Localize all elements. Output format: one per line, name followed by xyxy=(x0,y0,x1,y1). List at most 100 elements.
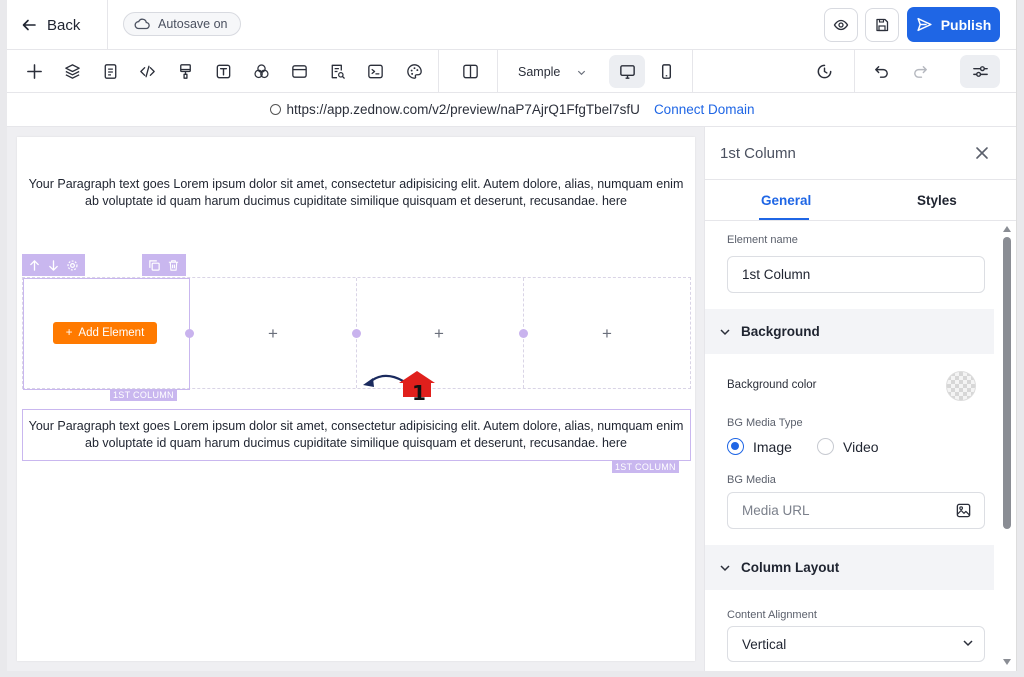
media-picker-button[interactable] xyxy=(943,492,985,529)
pages-tool[interactable] xyxy=(99,60,121,82)
paragraph-1[interactable]: Your Paragraph text goes Lorem ipsum dol… xyxy=(25,176,687,210)
chevron-down-icon xyxy=(578,70,586,75)
layout-toggle-tool[interactable] xyxy=(459,60,481,82)
scroll-down-arrow[interactable] xyxy=(1003,659,1011,665)
floppy-disk-icon xyxy=(876,18,889,32)
add-element-button[interactable]: + Add Element xyxy=(53,322,157,344)
globe-icon xyxy=(269,104,281,115)
content-alignment-select[interactable]: Vertical xyxy=(727,626,985,662)
chevron-down-icon xyxy=(963,640,973,647)
divider xyxy=(107,0,108,50)
scrollbar-thumb[interactable] xyxy=(1003,237,1011,529)
layers-icon xyxy=(64,63,80,79)
element-name-input[interactable]: 1st Column xyxy=(727,256,985,293)
radio-video-control[interactable] xyxy=(817,438,834,455)
trash-icon[interactable] xyxy=(167,259,180,272)
tab-general[interactable]: General xyxy=(761,193,811,208)
redo-button[interactable] xyxy=(909,60,931,82)
panel-toggle-button[interactable] xyxy=(960,55,1000,88)
duplicate-icon[interactable] xyxy=(148,259,161,272)
autosave-label: Autosave on xyxy=(158,17,228,31)
cloud-icon xyxy=(134,18,150,30)
seo-tool[interactable] xyxy=(326,60,348,82)
publish-label: Publish xyxy=(940,16,992,33)
terminal-tool[interactable] xyxy=(364,60,386,82)
content-alignment-label: Content Alignment xyxy=(727,609,817,621)
background-section-title: Background xyxy=(741,324,820,339)
close-icon[interactable] xyxy=(973,144,991,162)
scroll-up-arrow[interactable] xyxy=(1003,226,1011,232)
sliders-icon xyxy=(972,66,988,77)
layers-tool[interactable] xyxy=(61,60,83,82)
color-tool[interactable] xyxy=(250,60,272,82)
bg-media-label: BG Media xyxy=(727,474,776,486)
arrow-down-icon[interactable] xyxy=(47,259,60,272)
column-action-toolbar xyxy=(142,254,186,276)
arrow-up-icon[interactable] xyxy=(28,259,41,272)
save-button[interactable] xyxy=(865,8,899,42)
send-icon xyxy=(917,17,932,32)
code-icon xyxy=(139,65,155,77)
add-to-column-4-button[interactable]: + xyxy=(597,324,617,344)
column-label-tag: 1ST COLUMN xyxy=(110,389,177,401)
column-resize-handle[interactable] xyxy=(185,329,194,338)
sample-label: Sample xyxy=(518,65,561,79)
redo-icon xyxy=(913,65,927,78)
preview-url-bar: https://app.zednow.com/v2/preview/naP7Aj… xyxy=(7,93,1016,127)
annotation-number: 1 xyxy=(412,381,426,405)
paragraph-2[interactable]: Your Paragraph text goes Lorem ipsum dol… xyxy=(25,418,687,452)
panel-tabs: General Styles xyxy=(705,180,1016,221)
color-circles-icon xyxy=(253,63,269,78)
paint-brush-icon xyxy=(179,63,191,79)
divider xyxy=(692,50,693,93)
panel-header: 1st Column xyxy=(705,127,1016,180)
preview-url[interactable]: https://app.zednow.com/v2/preview/naP7Aj… xyxy=(287,102,640,117)
active-tab-indicator xyxy=(759,218,809,220)
section-tool[interactable] xyxy=(288,60,310,82)
chevron-down-icon xyxy=(720,564,730,571)
document-search-icon xyxy=(331,64,345,79)
column-layout-section-header[interactable]: Column Layout xyxy=(705,545,1001,590)
column-resize-handle[interactable] xyxy=(352,329,361,338)
add-to-column-3-button[interactable]: + xyxy=(429,324,449,344)
image-icon xyxy=(956,503,971,518)
mobile-view-button[interactable] xyxy=(648,55,684,88)
add-tool[interactable] xyxy=(23,60,45,82)
background-color-label: Background color xyxy=(727,379,817,391)
radio-image[interactable]: Image xyxy=(727,438,792,455)
window-icon xyxy=(291,64,307,78)
brush-tool[interactable] xyxy=(174,60,196,82)
add-to-column-2-button[interactable]: + xyxy=(263,324,283,344)
column-label-tag: 1ST COLUMN xyxy=(612,461,679,473)
sample-select[interactable]: Sample xyxy=(518,62,587,82)
desktop-view-button[interactable] xyxy=(609,55,645,88)
text-tool[interactable] xyxy=(212,60,234,82)
connect-domain-link[interactable]: Connect Domain xyxy=(654,102,755,117)
media-url-input[interactable]: Media URL xyxy=(727,492,944,529)
split-view-icon xyxy=(462,64,478,78)
history-icon xyxy=(817,64,831,78)
document-icon xyxy=(104,63,116,79)
palette-tool[interactable] xyxy=(403,60,425,82)
background-section-header[interactable]: Background xyxy=(705,309,1001,354)
tab-styles[interactable]: Styles xyxy=(917,193,957,208)
history-tool[interactable] xyxy=(813,60,835,82)
autosave-badge[interactable]: Autosave on xyxy=(123,12,241,36)
undo-button[interactable] xyxy=(870,60,892,82)
preview-button[interactable] xyxy=(824,8,858,42)
gear-icon[interactable] xyxy=(66,259,79,272)
element-name-label: Element name xyxy=(727,234,798,246)
code-tool[interactable] xyxy=(136,60,158,82)
publish-button[interactable]: Publish xyxy=(907,7,1000,42)
eye-icon xyxy=(833,19,849,31)
radio-image-control[interactable] xyxy=(727,438,744,455)
column-layout-section-title: Column Layout xyxy=(741,560,840,575)
radio-video[interactable]: Video xyxy=(817,438,879,455)
column-resize-handle[interactable] xyxy=(519,329,528,338)
page-canvas: Your Paragraph text goes Lorem ipsum dol… xyxy=(17,137,695,661)
back-button[interactable]: Back xyxy=(21,14,80,36)
background-color-swatch[interactable] xyxy=(946,371,976,401)
palette-icon xyxy=(406,63,422,79)
monitor-icon xyxy=(619,65,635,79)
divider xyxy=(497,50,498,93)
